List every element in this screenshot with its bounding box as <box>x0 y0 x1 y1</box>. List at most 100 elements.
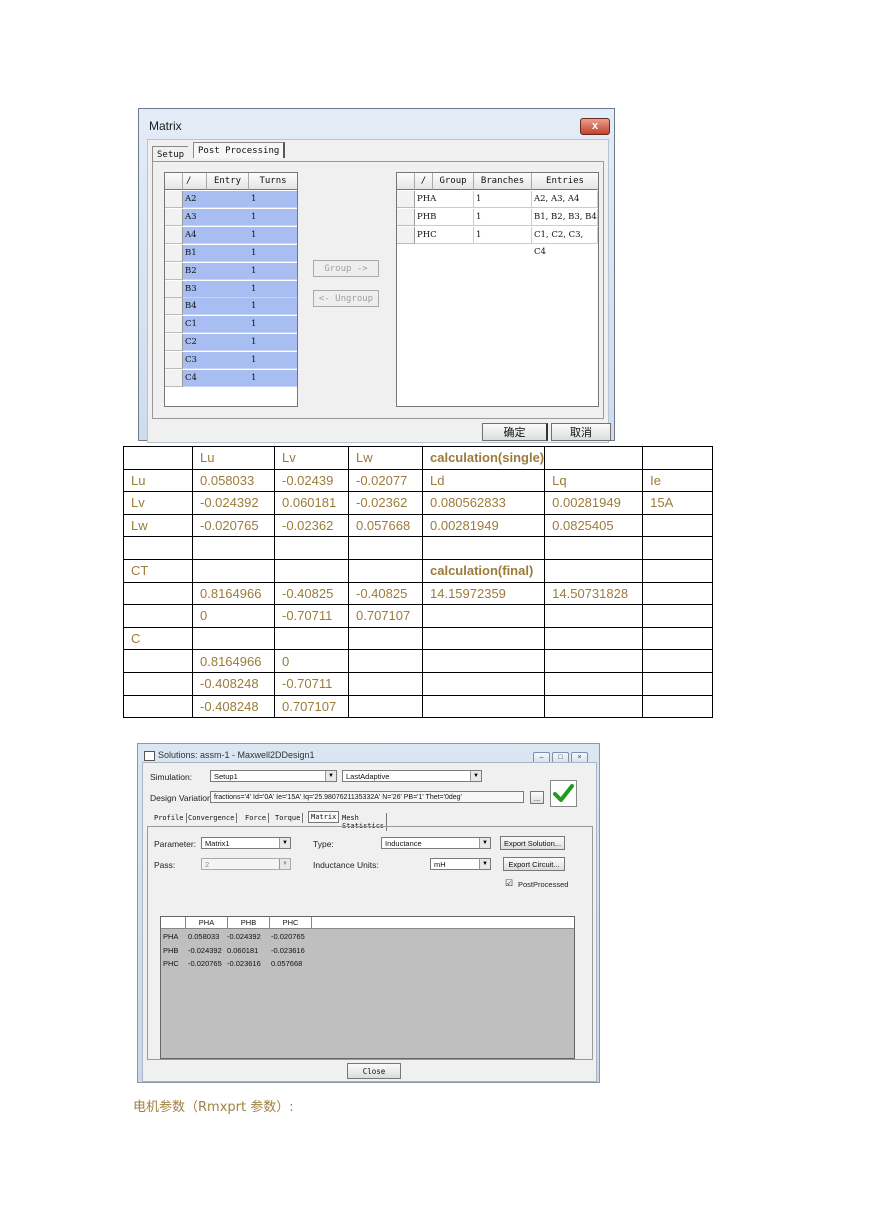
matrix-value-cell[interactable]: -0.020765 <box>188 957 222 970</box>
entry-cell[interactable]: C3 <box>183 352 249 370</box>
pass-value: 2 <box>205 860 210 869</box>
table-cell: 14.50731828 <box>544 581 644 606</box>
export-solution-button[interactable]: Export Solution... <box>500 836 565 850</box>
turns-cell[interactable]: 1 <box>249 334 297 352</box>
turns-cell[interactable]: 1 <box>249 191 297 208</box>
table-cell <box>123 581 193 606</box>
entry-cell[interactable]: A4 <box>183 226 249 244</box>
entry-cell[interactable]: B4 <box>183 298 249 316</box>
group-sort-header[interactable]: / <box>415 173 433 190</box>
matrix-value-cell[interactable]: -0.024392 <box>227 930 261 943</box>
grid-corner <box>397 173 415 190</box>
units-select[interactable]: mH ▼ <box>430 858 491 870</box>
matrix-value-cell[interactable]: -0.024392 <box>188 944 222 957</box>
tab-profile[interactable]: Profile <box>152 813 187 823</box>
entry-sort-header[interactable]: / <box>183 173 207 190</box>
matrix-value-cell[interactable]: 0.057668 <box>271 957 302 970</box>
turns-cell[interactable]: 1 <box>249 208 297 226</box>
entry-grid[interactable]: / Entry Turns A2 1 A3 1 A4 1 B1 1 B2 1 B3 1 B4 1 C1 1 C2… <box>164 172 298 407</box>
entry-cell[interactable]: A2 <box>183 191 249 208</box>
simulation-select[interactable]: Setup1 ▼ <box>210 770 337 782</box>
tab-torque[interactable]: Torque <box>273 813 304 823</box>
turns-cell[interactable]: 1 <box>249 316 297 334</box>
row-header[interactable] <box>165 191 183 208</box>
parameter-value: Matrix1 <box>205 839 230 848</box>
row-header[interactable] <box>165 334 183 352</box>
turns-column-header[interactable]: Turns <box>249 173 297 190</box>
matrix-value-cell[interactable]: 0.060181 <box>227 944 258 957</box>
entry-cell[interactable]: B2 <box>183 262 249 280</box>
parameter-select[interactable]: Matrix1 ▼ <box>201 837 291 849</box>
turns-cell[interactable]: 1 <box>249 226 297 244</box>
group-column-header[interactable]: Group <box>433 173 474 190</box>
branches-column-header[interactable]: Branches <box>474 173 532 190</box>
matrix-value-cell[interactable]: -0.023616 <box>271 944 305 957</box>
chevron-down-icon: ▼ <box>479 838 490 848</box>
tab-post-processing[interactable]: Post Processing <box>193 142 286 158</box>
matrix-column-header[interactable]: PHB <box>228 917 270 929</box>
entry-cell[interactable]: C4 <box>183 370 249 387</box>
cancel-button[interactable]: 取消 <box>551 423 611 441</box>
export-circuit-button[interactable]: Export Circuit... <box>503 857 565 871</box>
group-button[interactable]: Group -> <box>313 260 379 277</box>
matrix-value-cell[interactable]: -0.020765 <box>271 930 305 943</box>
row-header[interactable] <box>397 227 415 244</box>
entries-column-header[interactable]: Entries <box>532 173 598 190</box>
entry-cell[interactable]: C2 <box>183 334 249 352</box>
row-header[interactable] <box>165 226 183 244</box>
tab-setup[interactable]: Setup <box>152 146 189 162</box>
turns-cell[interactable]: 1 <box>249 370 297 387</box>
matrix-value-cell[interactable]: -0.023616 <box>227 957 261 970</box>
turns-cell[interactable]: 1 <box>249 298 297 316</box>
matrix-column-header[interactable]: PHA <box>186 917 228 929</box>
ungroup-button[interactable]: <- Ungroup <box>313 290 379 307</box>
row-header[interactable] <box>165 280 183 298</box>
pass-select[interactable]: 2 ▼ <box>201 858 291 870</box>
browse-button[interactable]: ... <box>530 791 544 804</box>
entries-cell[interactable]: A2, A3, A4 <box>532 191 598 208</box>
tab-matrix[interactable]: Matrix <box>308 811 340 823</box>
entry-column-header[interactable]: Entry <box>207 173 249 190</box>
group-cell[interactable]: PHB <box>415 209 474 226</box>
group-cell[interactable]: PHC <box>415 227 474 244</box>
row-header[interactable] <box>165 298 183 316</box>
tab-force[interactable]: Force <box>243 813 270 823</box>
table-cell <box>544 446 644 470</box>
group-grid[interactable]: / Group Branches Entries PHA 1 A2, A3, A4 P… <box>396 172 599 407</box>
matrix-value-cell[interactable]: 0.058033 <box>188 930 219 943</box>
entries-cell[interactable]: C1, C2, C3, C4 <box>532 227 598 257</box>
postprocessed-checkbox[interactable]: ☑ <box>505 878 513 889</box>
row-header[interactable] <box>165 352 183 370</box>
row-header[interactable] <box>397 209 415 226</box>
type-select[interactable]: Inductance ▼ <box>381 837 491 849</box>
entry-cell[interactable]: A3 <box>183 208 249 226</box>
branches-cell[interactable]: 1 <box>474 191 532 208</box>
matrix-column-header[interactable]: PHC <box>270 917 312 929</box>
row-header[interactable] <box>165 244 183 262</box>
inductance-matrix-grid[interactable]: PHA PHB PHC PHA 0.058033 -0.024392 -0.020765 PH… <box>160 916 575 1059</box>
row-header[interactable] <box>165 370 183 387</box>
entries-cell[interactable]: B1, B2, B3, B4 <box>532 209 598 226</box>
check-icon[interactable] <box>550 780 577 807</box>
turns-cell[interactable]: 1 <box>249 280 297 298</box>
close-button[interactable]: Close <box>347 1063 401 1079</box>
tab-convergence[interactable]: Convergence <box>186 813 238 823</box>
row-header[interactable] <box>165 316 183 334</box>
branches-cell[interactable]: 1 <box>474 209 532 226</box>
entry-cell[interactable]: B1 <box>183 244 249 262</box>
row-header[interactable] <box>165 208 183 226</box>
row-header[interactable] <box>165 262 183 280</box>
turns-cell[interactable]: 1 <box>249 352 297 370</box>
turns-cell[interactable]: 1 <box>249 262 297 280</box>
close-icon[interactable]: x <box>580 118 610 135</box>
entry-cell[interactable]: B3 <box>183 280 249 298</box>
adaptive-select[interactable]: LastAdaptive ▼ <box>342 770 482 782</box>
branches-cell[interactable]: 1 <box>474 227 532 244</box>
group-cell[interactable]: PHA <box>415 191 474 208</box>
turns-cell[interactable]: 1 <box>249 244 297 262</box>
table-row: -0.408248 0.707107 <box>123 694 714 719</box>
row-header[interactable] <box>397 191 415 208</box>
entry-cell[interactable]: C1 <box>183 316 249 334</box>
ok-button[interactable]: 确定 <box>482 423 548 441</box>
design-variation-field[interactable]: fractions='4' Id='0A' Ie='15A' Iq='25.98… <box>210 791 524 803</box>
